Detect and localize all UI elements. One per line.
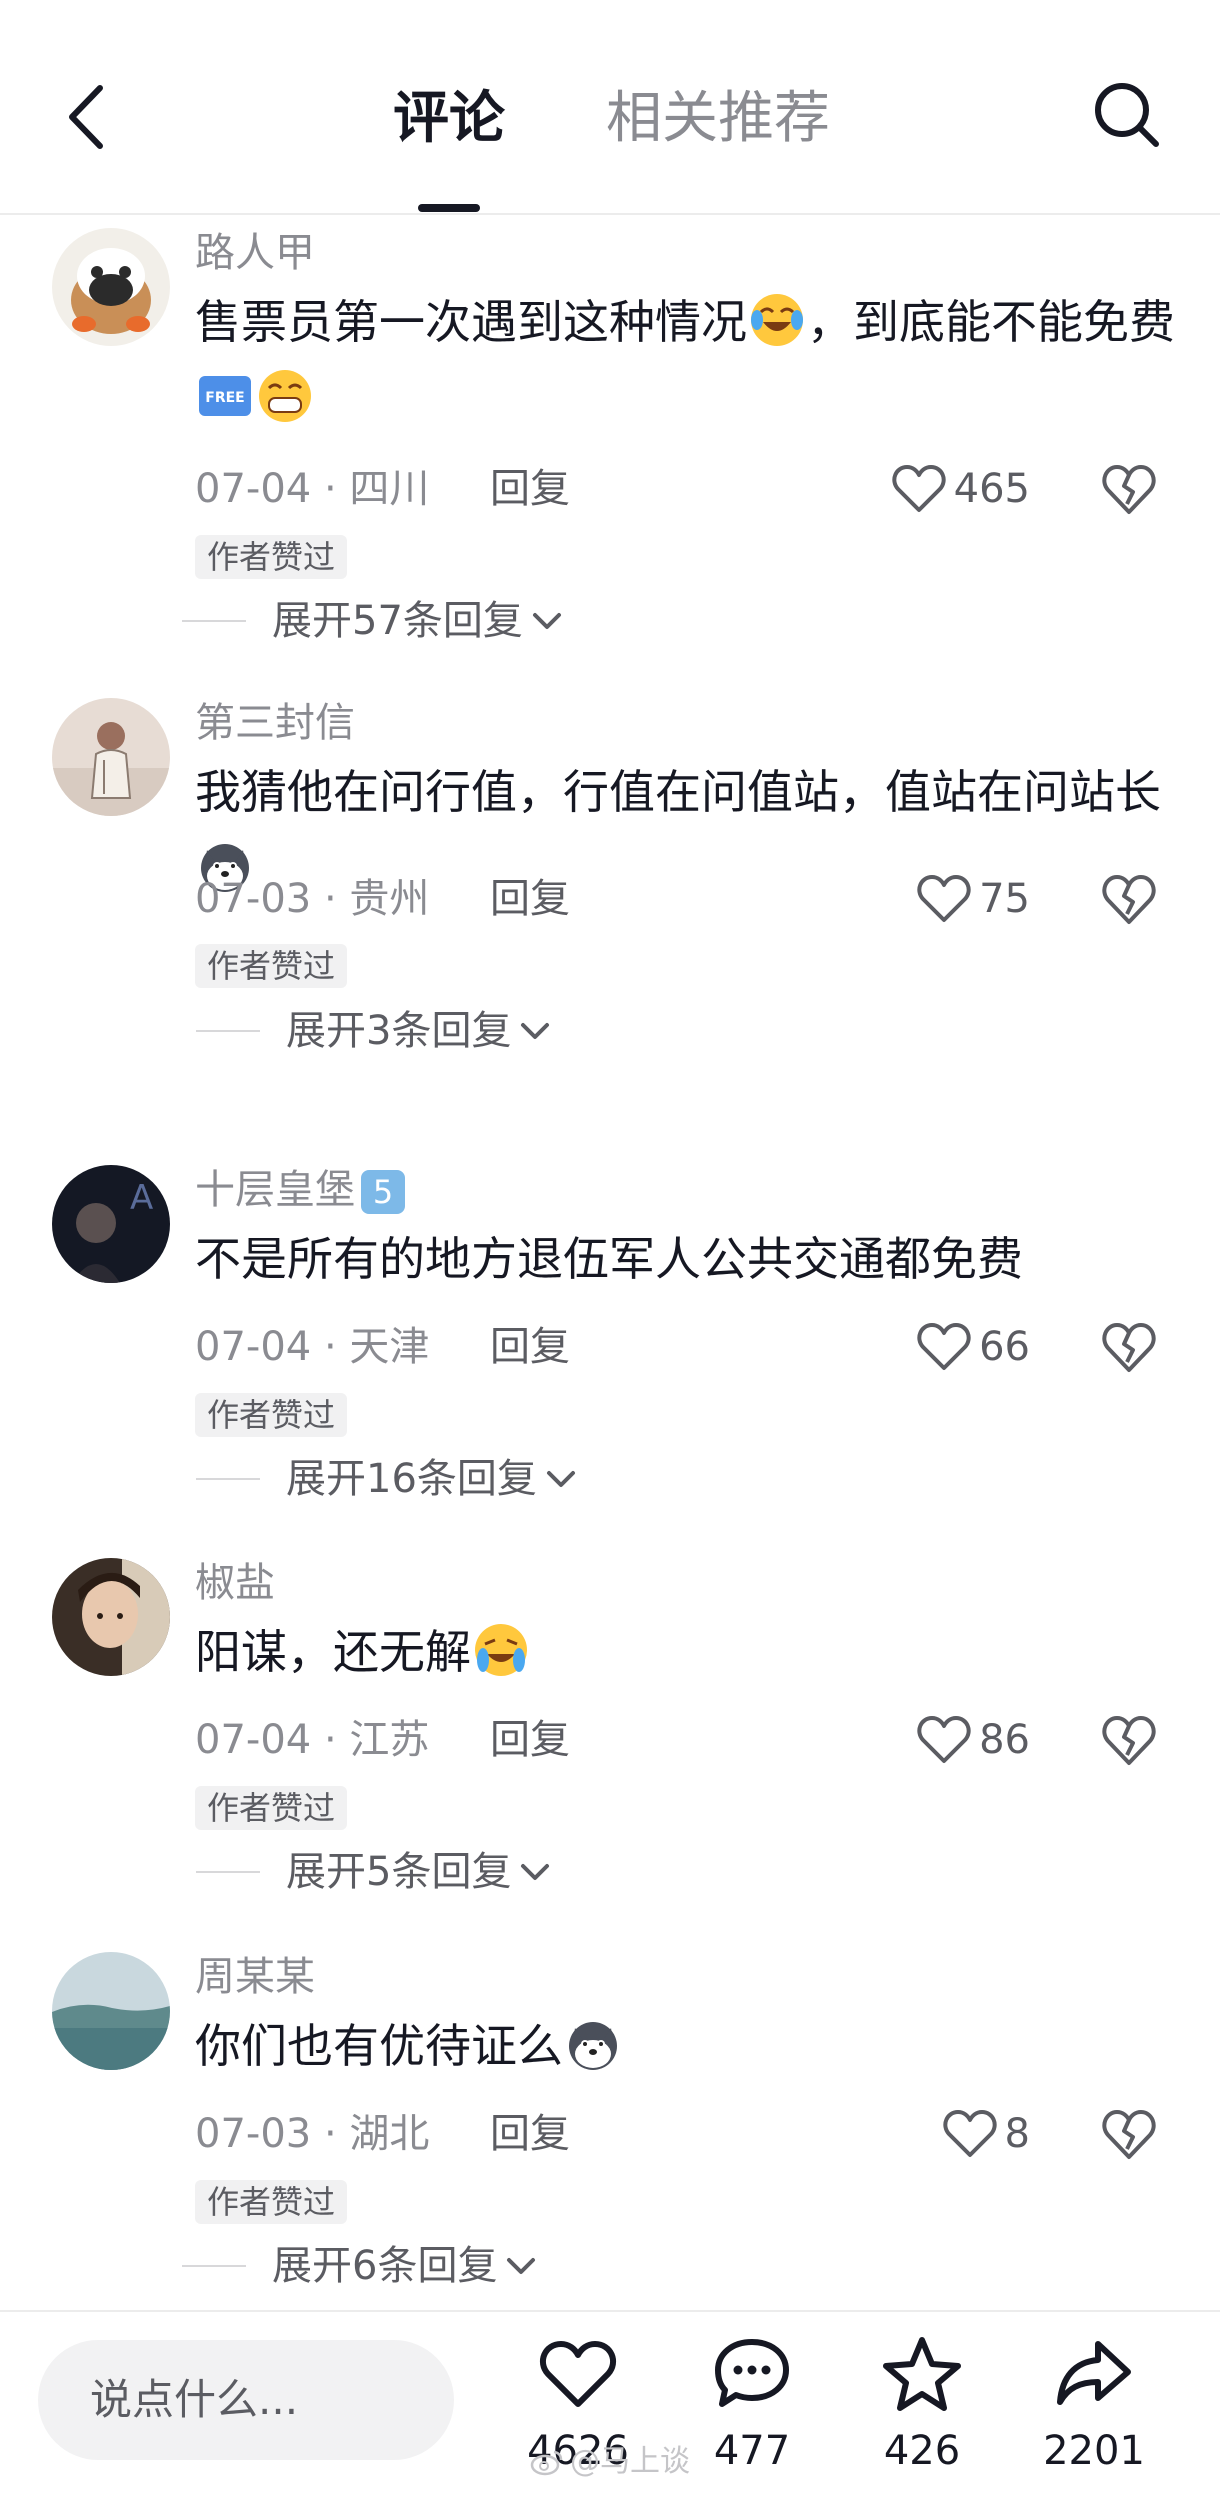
expand-replies-button[interactable]: 展开5条回复 [196, 1842, 553, 1902]
tab-indicator [418, 204, 480, 212]
author-liked-badge: 作者赞过 [195, 944, 348, 988]
avatar[interactable] [52, 228, 170, 346]
expand-divider [196, 1478, 260, 1480]
reply-button[interactable]: 回复 [490, 2104, 570, 2164]
comment-date-location: 07-04 · 江苏 [195, 1717, 430, 1763]
expand-replies-button[interactable]: 展开57条回复 [182, 591, 565, 651]
expand-divider [196, 1030, 260, 1032]
like-button[interactable]: 86 [917, 1710, 1030, 1770]
husky-emoji-icon [569, 2022, 617, 2070]
expand-divider [182, 620, 246, 622]
comment-date-location: 07-04 · 四川 [195, 466, 430, 512]
broken-heart-icon[interactable] [1100, 2107, 1158, 2161]
like-button[interactable]: 465 [892, 459, 1030, 519]
username-text: 十层皇堡 [195, 1167, 355, 1213]
heart-icon [942, 2110, 997, 2157]
expand-replies-button[interactable]: 展开16条回复 [196, 1449, 579, 1509]
chevron-down-icon [521, 1864, 550, 1880]
like-count: 86 [979, 1717, 1030, 1763]
expand-replies-label: 展开6条回复 [272, 2243, 498, 2289]
tab-comments[interactable]: 评论 [393, 84, 505, 154]
avatar[interactable] [52, 698, 170, 816]
chevron-down-icon [546, 1471, 575, 1487]
comment-date-location: 07-04 · 天津 [195, 1324, 430, 1370]
share-count: 2201 [1043, 2428, 1145, 2474]
like-count: 8 [1004, 2111, 1030, 2157]
laughing-crying-emoji-icon [751, 294, 803, 346]
like-button[interactable]: 75 [917, 869, 1030, 929]
reply-button[interactable]: 回复 [490, 1317, 570, 1377]
heart-icon [917, 1323, 971, 1370]
expand-replies-label: 展开16条回复 [286, 1456, 537, 1502]
svg-text:A: A [130, 1178, 153, 1218]
crying-laughing-emoji-icon [475, 1624, 527, 1676]
heart-icon [917, 875, 971, 922]
username[interactable]: 路人甲 [195, 228, 315, 278]
expand-replies-label: 展开57条回复 [272, 598, 523, 644]
heart-icon [917, 1716, 971, 1763]
expand-divider [182, 2265, 246, 2267]
comment-date-location: 07-03 · 湖北 [195, 2111, 430, 2157]
back-chevron-icon[interactable] [62, 82, 112, 152]
like-count: 66 [979, 1324, 1030, 1370]
chevron-down-icon [532, 613, 561, 629]
weibo-logo-icon [530, 2450, 563, 2476]
free-badge-emoji-icon: FREE [199, 376, 251, 416]
author-liked-badge: 作者赞过 [195, 2180, 348, 2224]
expand-divider [196, 1871, 260, 1873]
chevron-down-icon [507, 2258, 536, 2274]
comment-bubble-icon [715, 2339, 789, 2407]
grinning-emoji-icon [259, 370, 311, 422]
svg-text:FREE: FREE [205, 390, 244, 406]
expand-replies-label: 展开5条回复 [286, 1849, 512, 1895]
like-count: 75 [979, 876, 1030, 922]
tab-related[interactable]: 相关推荐 [606, 84, 830, 154]
favorite-button[interactable]: 426 [852, 2334, 992, 2484]
reply-button[interactable]: 回复 [490, 1710, 570, 1770]
comment-text: 售票员第一次遇到这种情况 ，到底能不能免费 FREE [195, 284, 1175, 436]
comments-count: 477 [713, 2428, 791, 2474]
watermark: @马上谈 [530, 2442, 690, 2482]
avatar[interactable] [52, 1952, 170, 2070]
reply-button[interactable]: 回复 [490, 869, 570, 929]
username[interactable]: 第三封信 [195, 698, 355, 748]
author-liked-badge: 作者赞过 [195, 1786, 348, 1830]
comment-input-placeholder: 说点什么... [90, 2375, 299, 2424]
comment-date-location: 07-03 · 贵州 [195, 876, 430, 922]
favorite-count: 426 [883, 2428, 961, 2474]
broken-heart-icon[interactable] [1100, 462, 1158, 516]
comment-input[interactable]: 说点什么... [38, 2340, 454, 2460]
comment-text: 不是所有的地方退伍军人公共交通都免费 [195, 1232, 1023, 1286]
heart-icon [540, 2341, 616, 2407]
username[interactable]: 椒盐 [195, 1558, 275, 1608]
reply-button[interactable]: 回复 [490, 459, 570, 519]
like-button[interactable]: 66 [917, 1317, 1030, 1377]
avatar[interactable]: A [52, 1165, 170, 1283]
star-icon [883, 2337, 961, 2411]
comments-button[interactable]: 477 [682, 2334, 822, 2484]
comment-text: 你们也有优待证么 [195, 2008, 1175, 2084]
username[interactable]: 周某某 [195, 1952, 315, 2002]
heart-icon [892, 465, 946, 512]
expand-replies-button[interactable]: 展开3条回复 [196, 1001, 553, 1061]
share-button[interactable]: 2201 [1024, 2334, 1164, 2484]
expand-replies-label: 展开3条回复 [286, 1008, 512, 1054]
avatar[interactable] [52, 1558, 170, 1676]
like-count: 465 [953, 466, 1030, 512]
author-liked-badge: 作者赞过 [195, 1393, 348, 1437]
author-liked-badge: 作者赞过 [195, 535, 348, 579]
broken-heart-icon[interactable] [1100, 1320, 1158, 1374]
chevron-down-icon [521, 1023, 550, 1039]
share-arrow-icon [1057, 2341, 1131, 2405]
broken-heart-icon[interactable] [1100, 872, 1158, 926]
watermark-text: @马上谈 [570, 2444, 690, 2479]
search-icon[interactable] [1090, 78, 1162, 150]
comment-text: 阳谋，还无解 [195, 1614, 1175, 1690]
like-button[interactable]: 8 [942, 2104, 1030, 2164]
level-badge: 5 [361, 1170, 405, 1214]
broken-heart-icon[interactable] [1100, 1713, 1158, 1767]
username[interactable]: 十层皇堡 5 [195, 1165, 405, 1215]
top-bar: 评论 相关推荐 [0, 0, 1220, 215]
expand-replies-button[interactable]: 展开6条回复 [182, 2236, 539, 2296]
